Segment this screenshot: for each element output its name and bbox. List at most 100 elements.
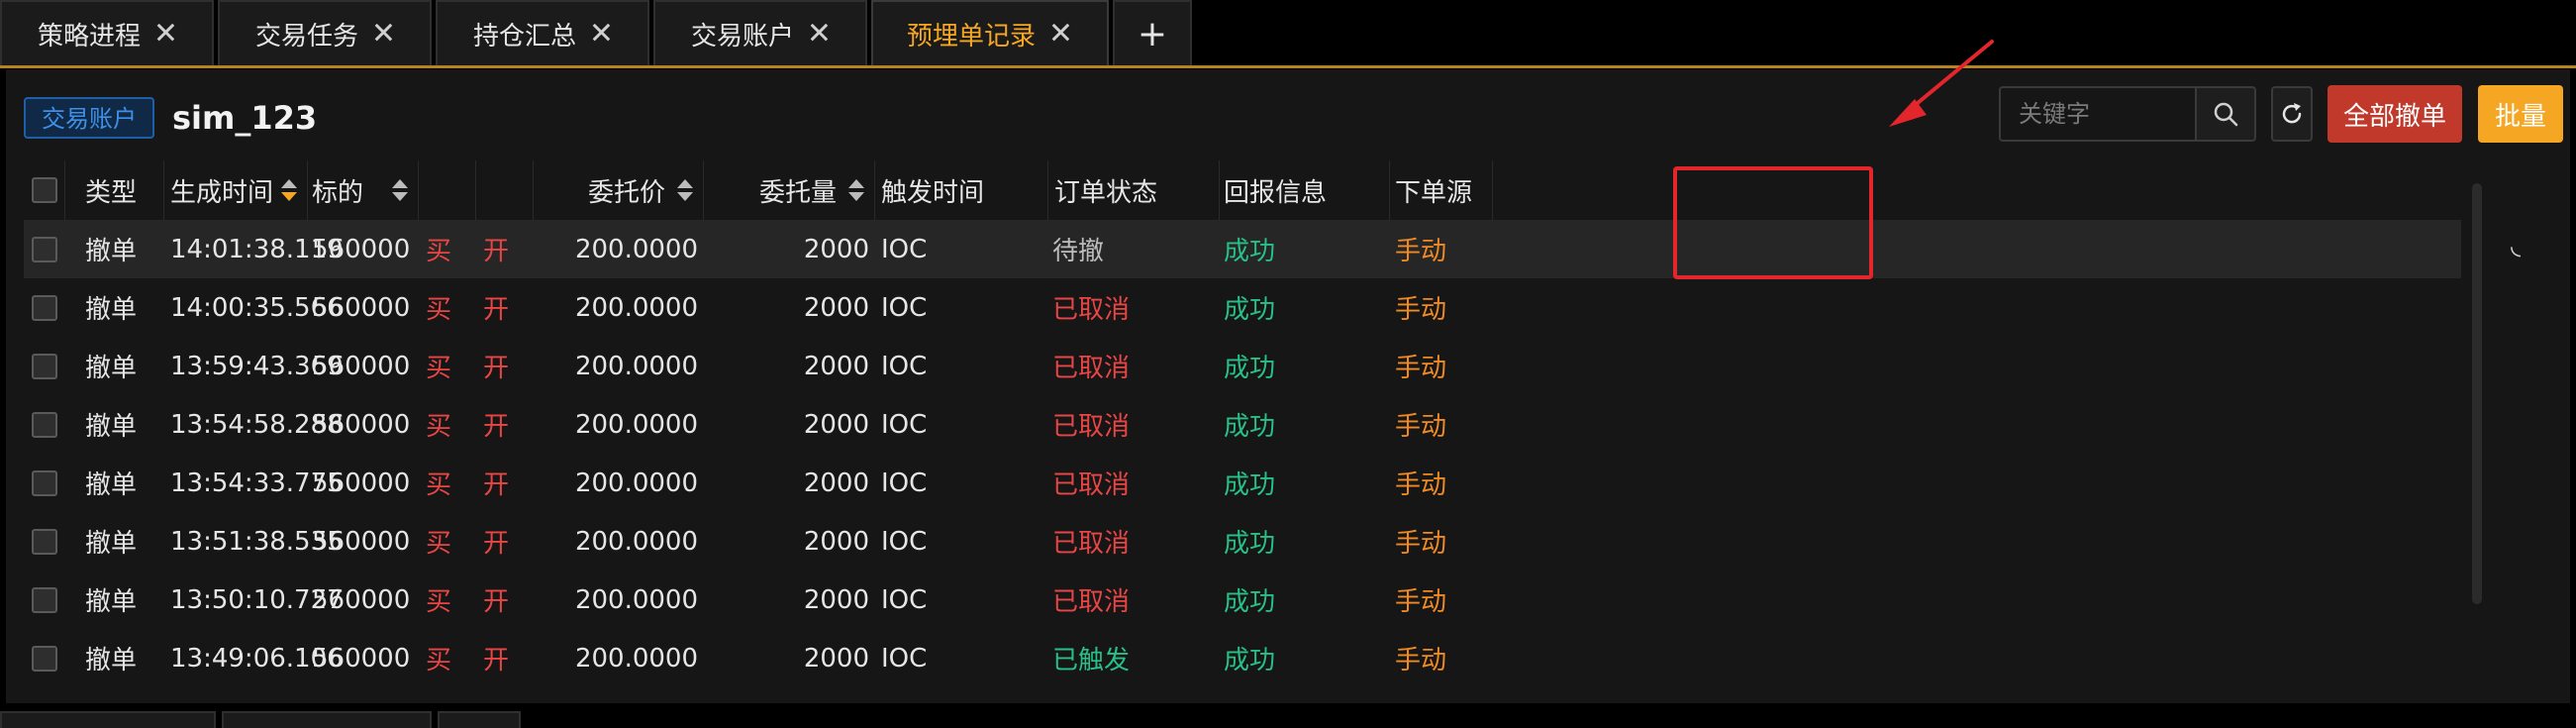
row-checkbox[interactable] bbox=[32, 645, 57, 672]
table-row[interactable]: 撤单 13:51:38.535 560000 买 开 200.0000 2000 IOC 已取消… bbox=[24, 512, 2461, 571]
header-type[interactable]: 类型 bbox=[65, 160, 164, 220]
header-qty[interactable]: 委托量 bbox=[704, 160, 875, 220]
cell-status: 已取消 bbox=[1052, 470, 1131, 500]
close-icon[interactable]: ✕ bbox=[1048, 17, 1073, 52]
close-icon[interactable]: ✕ bbox=[371, 17, 396, 52]
tab-underline bbox=[0, 65, 2576, 68]
row-checkbox-cell bbox=[24, 512, 65, 571]
batch-button[interactable]: 批量 bbox=[2478, 85, 2563, 143]
cell-qty: 2000 bbox=[803, 292, 869, 323]
close-icon[interactable]: ✕ bbox=[589, 17, 614, 52]
sort-icon[interactable] bbox=[392, 179, 408, 201]
header-status-label: 订单状态 bbox=[1054, 177, 1158, 208]
header-source-label: 下单源 bbox=[1395, 177, 1473, 208]
sort-icon[interactable] bbox=[281, 179, 297, 201]
cell-price: 200.0000 bbox=[574, 643, 698, 674]
cell-source: 手动 bbox=[1395, 354, 1447, 383]
close-icon[interactable]: ✕ bbox=[153, 17, 178, 52]
cell-gen-time: 13:51:38.535 bbox=[170, 526, 344, 557]
cell-side: 买 bbox=[426, 295, 452, 325]
table-row[interactable]: 撤单 13:49:06.106 560000 买 开 200.0000 2000 IOC 已触发… bbox=[24, 629, 2461, 687]
tab-strategy-process[interactable]: 策略进程 ✕ bbox=[0, 0, 214, 65]
cell-symbol: 560000 bbox=[312, 234, 411, 264]
row-checkbox-cell bbox=[24, 220, 65, 278]
header-open-close bbox=[476, 160, 534, 220]
cell-symbol: 560000 bbox=[312, 292, 411, 323]
tab-preorder-records[interactable]: 预埋单记录 ✕ bbox=[871, 0, 1109, 65]
cell-symbol: 560000 bbox=[312, 468, 411, 498]
cell-status: 已触发 bbox=[1052, 646, 1131, 676]
row-checkbox[interactable] bbox=[32, 469, 57, 496]
search-button[interactable] bbox=[2195, 86, 2256, 142]
cell-symbol: 560000 bbox=[312, 409, 411, 440]
table-row[interactable]: 撤单 13:59:43.369 560000 买 开 200.0000 2000 IOC 已取消… bbox=[24, 337, 2461, 395]
row-checkbox-cell bbox=[24, 337, 65, 395]
cell-open-close: 开 bbox=[483, 646, 510, 676]
cell-qty: 2000 bbox=[803, 643, 869, 674]
cell-source: 手动 bbox=[1395, 295, 1447, 325]
cell-status: 已取消 bbox=[1052, 587, 1131, 617]
cell-open-close: 开 bbox=[483, 412, 510, 442]
sort-icon[interactable] bbox=[677, 179, 693, 201]
header-symbol[interactable]: 标的 bbox=[308, 160, 419, 220]
header-price[interactable]: 委托价 bbox=[534, 160, 704, 220]
close-icon[interactable]: ✕ bbox=[807, 17, 832, 52]
tab-trade-tasks[interactable]: 交易任务 ✕ bbox=[218, 0, 432, 65]
bottom-tab[interactable] bbox=[438, 711, 521, 728]
table-row[interactable]: 撤单 13:50:10.727 560000 买 开 200.0000 2000 IOC 已取消… bbox=[24, 571, 2461, 629]
cell-reply: 成功 bbox=[1224, 646, 1276, 676]
cell-source: 手动 bbox=[1395, 646, 1447, 676]
cell-open-close: 开 bbox=[483, 587, 510, 617]
row-checkbox[interactable] bbox=[32, 411, 57, 438]
refresh-button[interactable] bbox=[2271, 86, 2313, 142]
cell-price: 200.0000 bbox=[574, 234, 698, 264]
row-checkbox[interactable] bbox=[32, 528, 57, 555]
tab-trade-account[interactable]: 交易账户 ✕ bbox=[653, 0, 867, 65]
cell-qty: 2000 bbox=[803, 468, 869, 498]
cell-symbol: 560000 bbox=[312, 526, 411, 557]
table-row[interactable]: 撤单 14:00:35.566 560000 买 开 200.0000 2000 IOC 已取消… bbox=[24, 278, 2461, 337]
cell-side: 买 bbox=[426, 529, 452, 559]
header-gen-time[interactable]: 生成时间 bbox=[164, 160, 308, 220]
select-all-checkbox[interactable] bbox=[31, 177, 57, 203]
row-checkbox-cell bbox=[24, 629, 65, 687]
scrollbar-thumb[interactable] bbox=[2472, 183, 2482, 604]
search-input[interactable] bbox=[1999, 86, 2197, 142]
tab-position-summary[interactable]: 持仓汇总 ✕ bbox=[436, 0, 649, 65]
header-reply-info[interactable]: 回报信息 bbox=[1220, 160, 1390, 220]
cell-qty: 2000 bbox=[803, 526, 869, 557]
table-row[interactable]: 撤单 13:54:33.775 560000 买 开 200.0000 2000 IOC 已取消… bbox=[24, 454, 2461, 512]
tab-bar: 策略进程 ✕ 交易任务 ✕ 持仓汇总 ✕ 交易账户 ✕ 预埋单记录 ✕ + bbox=[0, 0, 2576, 68]
cell-source: 手动 bbox=[1395, 529, 1447, 559]
row-checkbox[interactable] bbox=[32, 236, 57, 262]
cell-reply: 成功 bbox=[1224, 295, 1276, 325]
header-trigger-time[interactable]: 触发时间 bbox=[875, 160, 1048, 220]
annotation-arrow-icon bbox=[1889, 40, 1994, 127]
row-checkbox-cell bbox=[24, 454, 65, 512]
header-side bbox=[419, 160, 476, 220]
row-checkbox[interactable] bbox=[32, 353, 57, 379]
preorder-panel: 交易账户 sim_123 全部撤单 批量 类型 生成时间 标的 bbox=[6, 69, 2570, 703]
cell-reply: 成功 bbox=[1224, 587, 1276, 617]
annotation-highlight-box bbox=[1673, 166, 1873, 279]
cell-open-close: 开 bbox=[483, 354, 510, 383]
sort-icon[interactable] bbox=[848, 179, 864, 201]
tab-label: 交易账户 bbox=[691, 21, 795, 52]
table-row[interactable]: 撤单 13:54:58.288 560000 买 开 200.0000 2000 IOC 已取消… bbox=[24, 395, 2461, 454]
cell-source: 手动 bbox=[1395, 587, 1447, 617]
row-checkbox[interactable] bbox=[32, 586, 57, 613]
bottom-tab[interactable] bbox=[0, 711, 216, 728]
tab-label: 持仓汇总 bbox=[473, 21, 577, 52]
cancel-all-button[interactable]: 全部撤单 bbox=[2328, 85, 2462, 143]
table-row[interactable]: 撤单 14:01:38.119 560000 买 开 200.0000 2000 IOC 待撤 成… bbox=[24, 220, 2461, 278]
header-order-status[interactable]: 订单状态 bbox=[1048, 160, 1220, 220]
cell-gen-time: 14:01:38.119 bbox=[170, 234, 344, 264]
header-type-label: 类型 bbox=[85, 177, 138, 208]
add-tab-button[interactable]: + bbox=[1113, 0, 1192, 65]
row-checkbox[interactable] bbox=[32, 294, 57, 321]
header-symbol-label: 标的 bbox=[312, 177, 364, 208]
header-order-source[interactable]: 下单源 bbox=[1390, 160, 1493, 220]
cell-gen-time: 13:59:43.369 bbox=[170, 351, 344, 381]
cell-trigger: IOC bbox=[881, 409, 928, 440]
bottom-tab[interactable] bbox=[222, 711, 432, 728]
